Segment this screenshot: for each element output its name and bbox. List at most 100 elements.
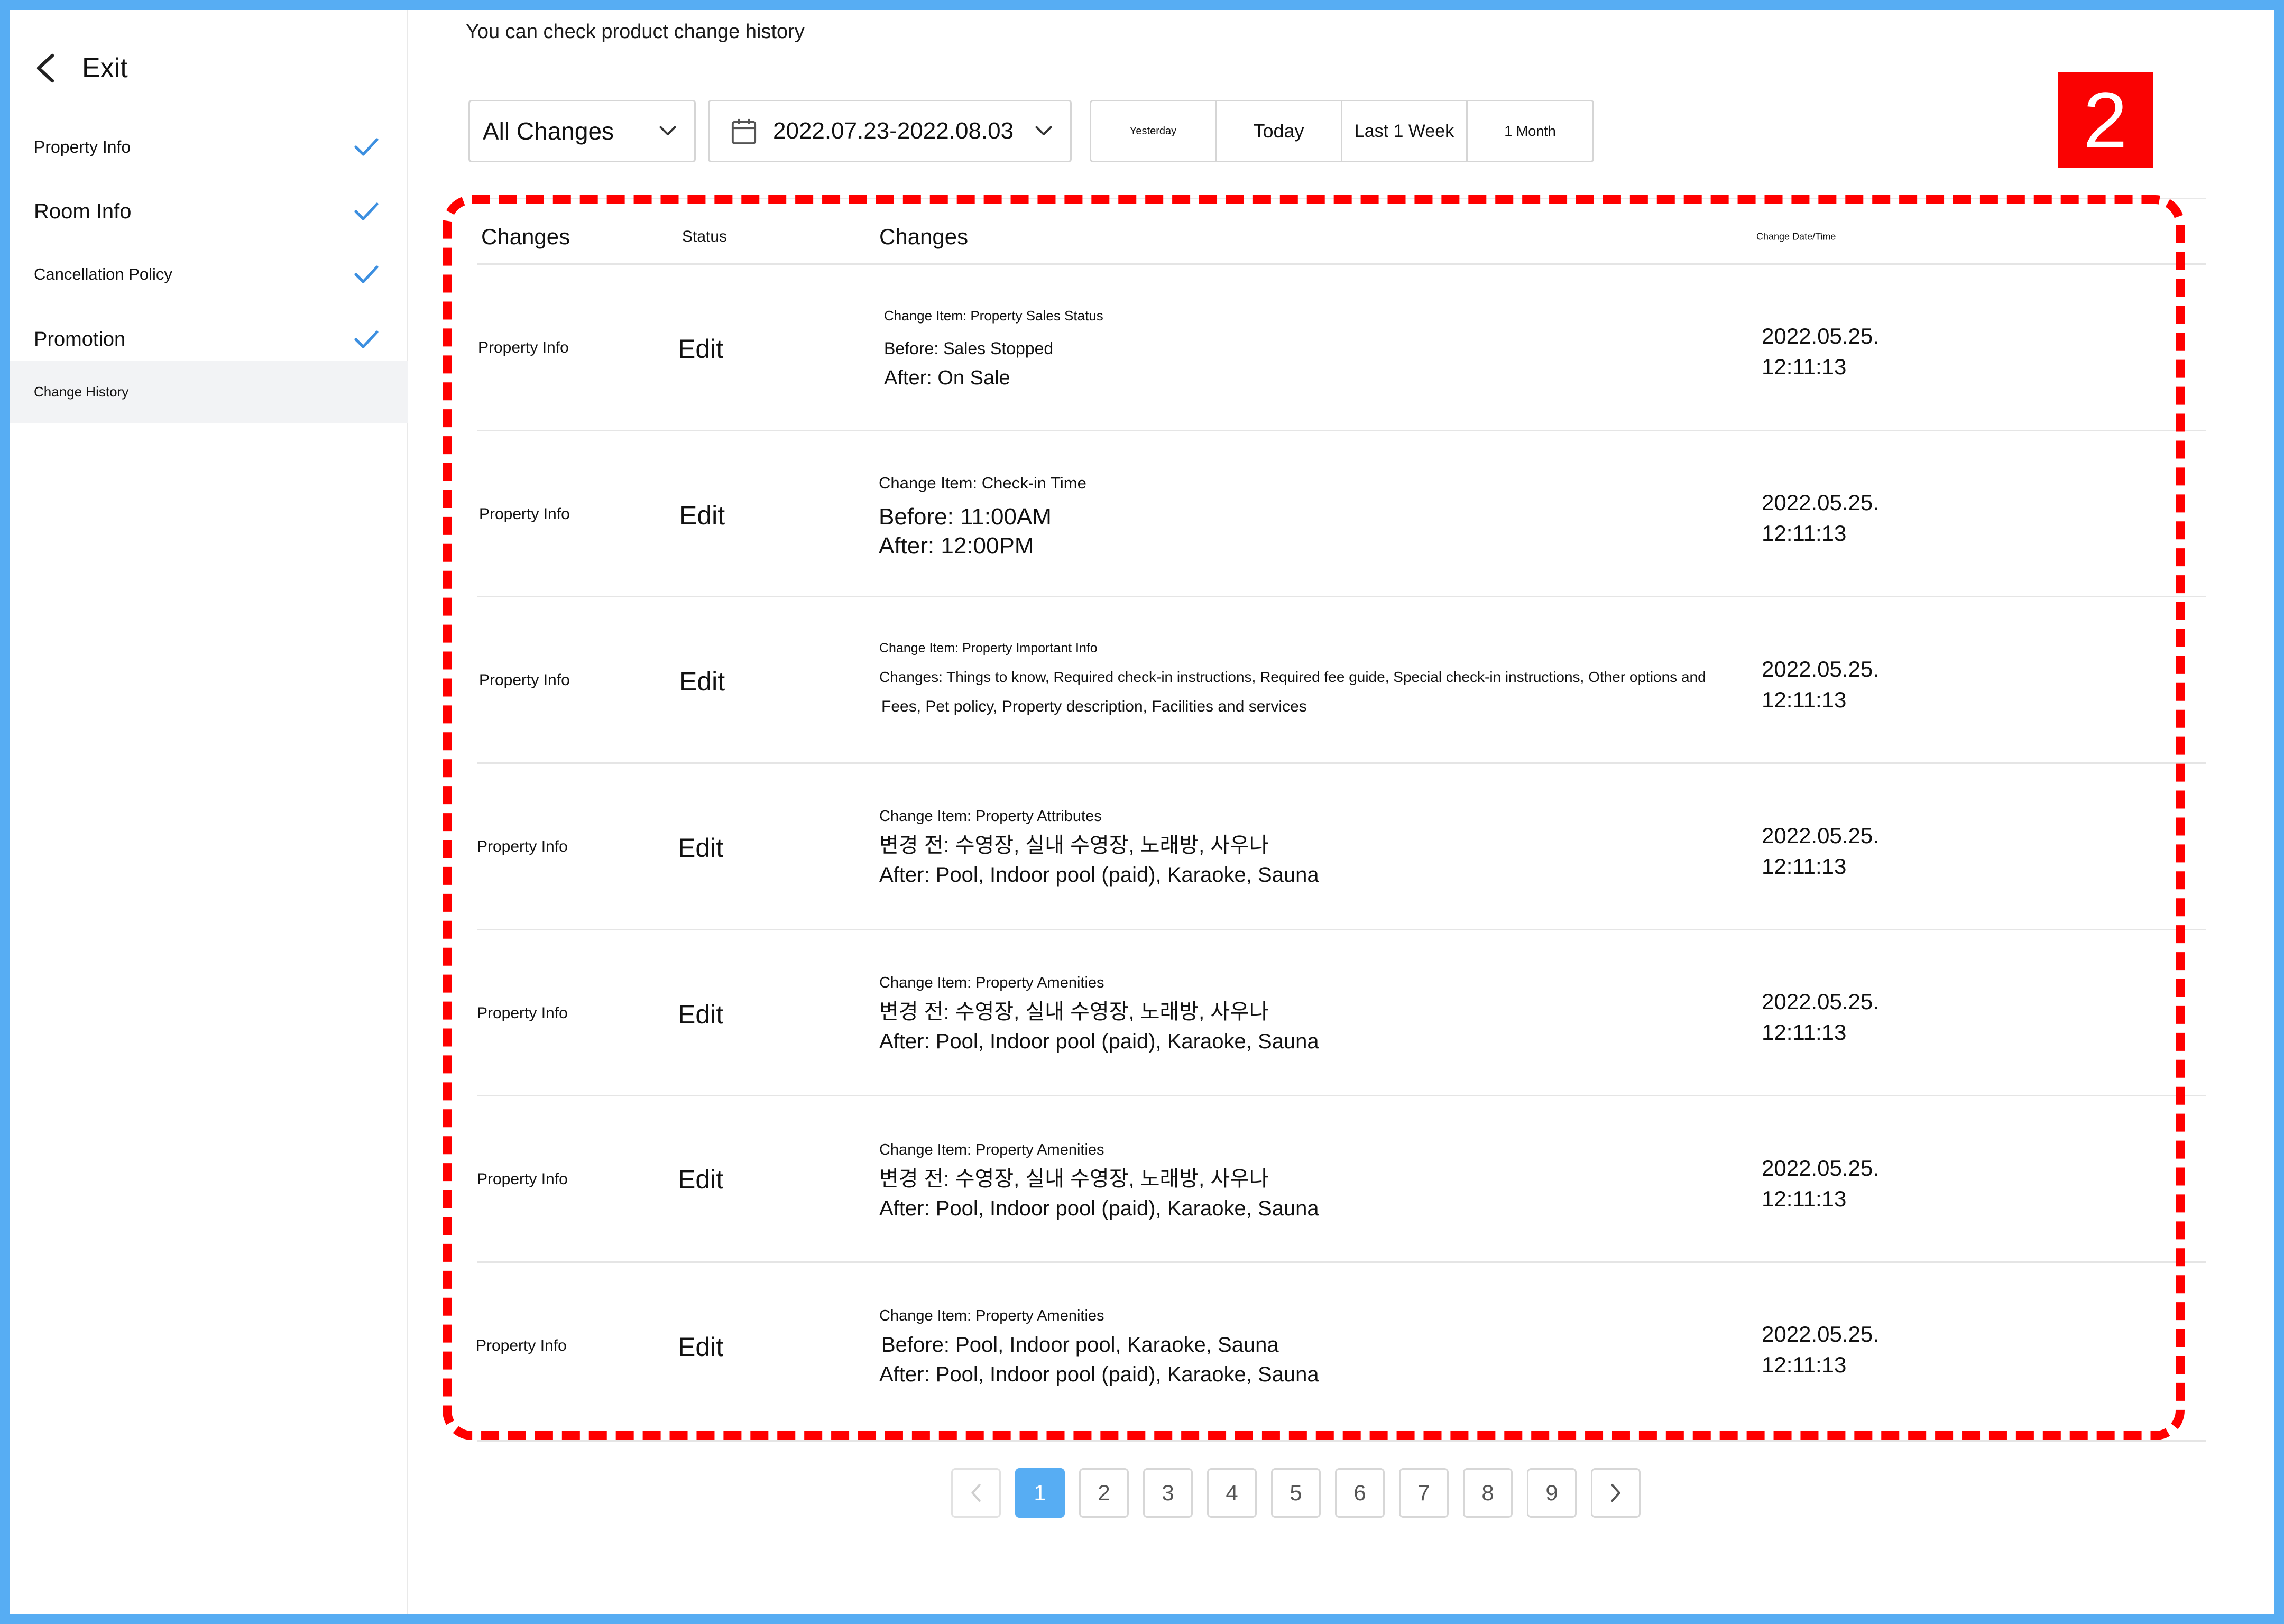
row-date: 2022.05.25. (1762, 823, 1879, 848)
row-datetime: 2022.05.25. 12:11:13 (1762, 487, 1879, 549)
sidebar-item-label: Promotion (34, 328, 126, 350)
row-datetime: 2022.05.25. 12:11:13 (1762, 654, 1879, 715)
row-changes: Change Item: Check-in Time Before: 11:00… (879, 474, 1086, 560)
table-row[interactable]: Property Info Edit Change Item: Property… (408, 1263, 2274, 1429)
column-header-changes: Changes (879, 224, 969, 249)
row-change-before: 변경 전: 수영장, 실내 수영장, 노래방, 사우나 (879, 1000, 1269, 1023)
row-changes: Change Item: Property Amenities 변경 전: 수영… (879, 1141, 1319, 1223)
annotation-badge: 2 (2058, 72, 2153, 168)
row-type: Property Info (476, 1337, 567, 1354)
row-date: 2022.05.25. (1762, 1322, 1879, 1346)
row-type: Property Info (479, 671, 570, 689)
sidebar-item-room-info[interactable]: Room Info (10, 180, 408, 243)
row-change-after: After: 12:00PM (879, 533, 1034, 559)
column-header-date: Change Date/Time (1756, 231, 1836, 242)
sidebar: Exit Property Info Room Info Cancellatio… (10, 10, 408, 1614)
row-time: 12:11:13 (1762, 687, 1847, 712)
date-range-value: 2022.07.23-2022.08.03 (773, 118, 1014, 144)
chevron-right-icon (1611, 1484, 1620, 1502)
sidebar-item-change-history[interactable]: Change History (10, 361, 408, 423)
row-change-item: Change Item: Check-in Time (879, 474, 1086, 492)
chevron-down-icon (1034, 125, 1053, 137)
check-icon (354, 329, 379, 350)
row-status: Edit (678, 1000, 724, 1029)
page-button-8[interactable]: 8 (1463, 1468, 1513, 1518)
table-row[interactable]: Property Info Edit Change Item: Check-in… (408, 431, 2274, 598)
date-range-picker[interactable]: 2022.07.23-2022.08.03 (708, 100, 1072, 162)
page-subtitle: You can check product change history (466, 21, 805, 43)
row-change-after: After: On Sale (884, 367, 1010, 389)
sidebar-item-label: Change History (34, 383, 129, 400)
row-status: Edit (678, 833, 724, 863)
page-button-5[interactable]: 5 (1271, 1468, 1321, 1518)
sidebar-item-label: Cancellation Policy (34, 265, 172, 283)
row-type: Property Info (477, 1170, 568, 1188)
page-button-3[interactable]: 3 (1143, 1468, 1193, 1518)
table-row[interactable]: Property Info Edit Change Item: Property… (408, 930, 2274, 1097)
row-change-line: Changes: Things to know, Required check-… (879, 669, 1706, 685)
page-button-9[interactable]: 9 (1527, 1468, 1577, 1518)
table-row[interactable]: Property Info Edit Change Item: Property… (408, 1096, 2274, 1263)
row-date: 2022.05.25. (1762, 1156, 1879, 1180)
row-time: 12:11:13 (1762, 1352, 1847, 1377)
page-button-2[interactable]: 2 (1079, 1468, 1129, 1518)
row-change-item: Change Item: Property Amenities (879, 974, 1104, 991)
sidebar-item-cancellation-policy[interactable]: Cancellation Policy (10, 243, 408, 306)
exit-label: Exit (82, 53, 128, 84)
sidebar-item-property-info[interactable]: Property Info (10, 116, 408, 178)
row-type: Property Info (477, 838, 568, 855)
row-type: Property Info (479, 505, 570, 523)
page-button-1[interactable]: 1 (1015, 1468, 1065, 1518)
row-changes: Change Item: Property Attributes 변경 전: 수… (879, 808, 1319, 890)
row-datetime: 2022.05.25. 12:11:13 (1762, 986, 1879, 1048)
row-date: 2022.05.25. (1762, 324, 1879, 348)
yesterday-button[interactable]: Yesterday (1091, 102, 1217, 161)
exit-button[interactable]: Exit (33, 42, 128, 95)
today-button[interactable]: Today (1217, 102, 1342, 161)
column-header-type: Changes (481, 224, 570, 249)
calendar-icon (731, 117, 757, 145)
table-row[interactable]: Property Info Edit Change Item: Property… (408, 265, 2274, 431)
row-date: 2022.05.25. (1762, 989, 1879, 1014)
row-change-item: Change Item: Property Attributes (879, 808, 1102, 825)
page-button-7[interactable]: 7 (1399, 1468, 1449, 1518)
row-change-item: Change Item: Property Amenities (879, 1141, 1104, 1158)
next-page-button[interactable] (1591, 1468, 1641, 1518)
app-window: Exit Property Info Room Info Cancellatio… (10, 10, 2274, 1614)
change-type-value: All Changes (483, 117, 614, 145)
row-change-item: Change Item: Property Sales Status (884, 308, 1103, 324)
table-divider (477, 1440, 2206, 1442)
table-divider (477, 198, 2206, 199)
table-row[interactable]: Property Info Edit Change Item: Property… (408, 597, 2274, 764)
row-change-item: Change Item: Property Important Info (879, 641, 1098, 656)
row-time: 12:11:13 (1762, 1186, 1847, 1211)
row-change-line: Fees, Pet policy, Property description, … (881, 698, 1307, 715)
row-changes: Change Item: Property Important Info Cha… (879, 641, 1706, 722)
check-icon (354, 136, 379, 158)
row-time: 12:11:13 (1762, 1020, 1847, 1045)
sidebar-item-label: Property Info (34, 137, 131, 156)
row-status: Edit (678, 1165, 724, 1194)
row-datetime: 2022.05.25. 12:11:13 (1762, 321, 1879, 382)
1-month-button[interactable]: 1 Month (1468, 102, 1592, 161)
row-change-before: Before: Pool, Indoor pool, Karaoke, Saun… (881, 1333, 1279, 1357)
row-date: 2022.05.25. (1762, 490, 1879, 515)
page-button-4[interactable]: 4 (1207, 1468, 1257, 1518)
row-datetime: 2022.05.25. 12:11:13 (1762, 1319, 1879, 1380)
chevron-left-icon (33, 52, 57, 84)
pagination: 1 2 3 4 5 6 7 8 9 (951, 1468, 1641, 1518)
row-changes: Change Item: Property Amenities 변경 전: 수영… (879, 974, 1319, 1056)
chevron-left-icon (971, 1484, 981, 1502)
table-row[interactable]: Property Info Edit Change Item: Property… (408, 764, 2274, 930)
row-status: Edit (679, 667, 725, 696)
last-1-week-button[interactable]: Last 1 Week (1342, 102, 1468, 161)
row-time: 12:11:13 (1762, 854, 1847, 879)
page-button-6[interactable]: 6 (1335, 1468, 1385, 1518)
row-date: 2022.05.25. (1762, 657, 1879, 681)
row-status: Edit (679, 501, 725, 530)
prev-page-button[interactable] (951, 1468, 1001, 1518)
change-type-select[interactable]: All Changes (468, 100, 696, 162)
row-type: Property Info (477, 1004, 568, 1022)
row-change-before: Before: Sales Stopped (884, 339, 1054, 358)
table-header: Changes Status Changes Change Date/Time (408, 200, 2274, 273)
